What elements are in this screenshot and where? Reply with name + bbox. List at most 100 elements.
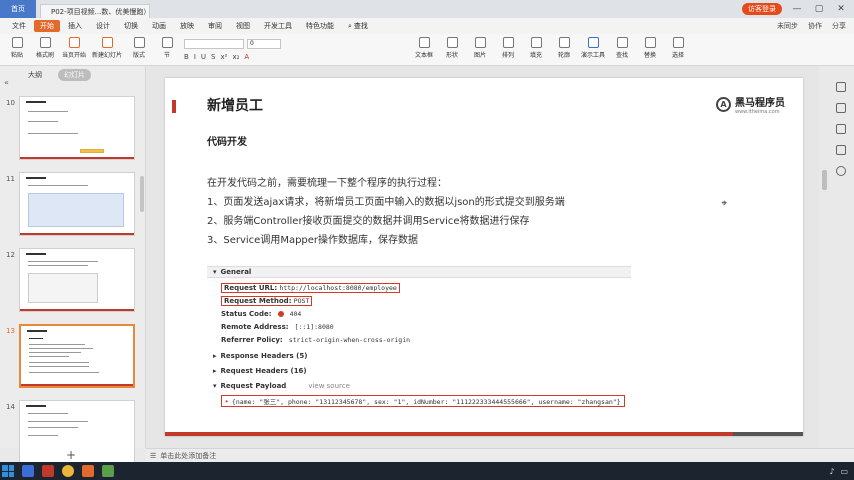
request-method-highlight: Request Method: POST: [221, 295, 313, 306]
shape-button[interactable]: 形状: [441, 37, 463, 59]
maximize-button[interactable]: ▢: [812, 4, 826, 14]
subscript-button[interactable]: x₂: [232, 53, 239, 61]
italic-button[interactable]: I: [194, 53, 196, 61]
taskbar-app-icon[interactable]: [22, 465, 34, 477]
magic-icon[interactable]: [836, 124, 846, 134]
slide-scrollbar[interactable]: [822, 170, 827, 190]
properties-icon[interactable]: [836, 82, 846, 92]
textbox-button[interactable]: 文本框: [413, 37, 435, 59]
logo-url: www.itheima.com: [735, 109, 780, 115]
menu-animation[interactable]: 动画: [146, 20, 172, 32]
menu-review[interactable]: 审阅: [202, 20, 228, 32]
new-slide-button[interactable]: 新建幻灯片: [92, 37, 122, 59]
menu-insert[interactable]: 插入: [62, 20, 88, 32]
fill-button[interactable]: 填充: [525, 37, 547, 59]
font-size-select[interactable]: 0: [247, 39, 282, 49]
section-button[interactable]: 节: [156, 37, 178, 59]
textbox-label: 文本框: [415, 52, 434, 59]
notes-bar[interactable]: ☰ 单击此处添加备注: [146, 448, 854, 462]
title-accent-bar: [172, 100, 176, 113]
share-button[interactable]: 分享: [832, 21, 846, 31]
play-from-current-button[interactable]: 当页开始: [62, 37, 86, 59]
document-tab[interactable]: P02-项目视频...数、优美慢跑）: [40, 4, 150, 18]
menu-developer[interactable]: 开发工具: [258, 20, 298, 32]
remote-address-label: Remote Address:: [221, 322, 289, 331]
slide-thumbnail-12[interactable]: 12: [0, 248, 146, 316]
devtools-screenshot[interactable]: ▾ General Request URL: http://localhost:…: [207, 266, 631, 416]
menu-view[interactable]: 视图: [230, 20, 256, 32]
font-family-select[interactable]: [184, 39, 245, 49]
select-button[interactable]: 选择: [667, 37, 689, 59]
superscript-button[interactable]: x²: [221, 53, 228, 61]
format-painter-button[interactable]: 格式刷: [34, 37, 56, 59]
login-button[interactable]: 访客登录: [742, 3, 782, 15]
collapse-panel-icon[interactable]: «: [4, 78, 9, 87]
layout-icon: [133, 37, 145, 48]
home-tab[interactable]: 首页: [0, 0, 36, 18]
textbox-icon: [418, 37, 430, 48]
sync-status[interactable]: 未同步: [777, 21, 798, 31]
windows-start-icon[interactable]: [2, 465, 14, 477]
add-slide-icon[interactable]: +: [66, 448, 76, 462]
layout-button[interactable]: 版式: [128, 37, 150, 59]
slide-number: 13: [6, 327, 15, 335]
thumbnail-image: [19, 172, 135, 236]
panel-tabs: 大纲 幻灯片: [0, 66, 145, 84]
general-label: General: [220, 268, 252, 276]
slide-thumbnail-10[interactable]: 10: [0, 96, 146, 164]
notification-icon[interactable]: ▭: [840, 467, 848, 476]
style-icon[interactable]: [836, 145, 846, 155]
paste-button[interactable]: 粘贴: [6, 37, 28, 59]
slide-canvas: 新增员工 A 黑马程序员 www.itheima.com 代码开发 在开发代码之…: [147, 66, 819, 448]
slide-title[interactable]: 新增员工: [207, 95, 263, 115]
document-tab-label: P02-项目视频...数、优美慢跑）: [51, 7, 150, 16]
presentation-tools-button[interactable]: 演示工具: [581, 37, 605, 59]
menu-home[interactable]: 开始: [34, 20, 60, 32]
help-icon[interactable]: [836, 166, 846, 176]
bold-button[interactable]: B: [184, 53, 189, 61]
triangle-down-icon: ▾: [213, 268, 217, 276]
tab-slides[interactable]: 幻灯片: [58, 69, 91, 81]
font-color-button[interactable]: A: [244, 53, 249, 61]
minimize-button[interactable]: —: [790, 4, 804, 14]
wps-presentation-icon[interactable]: [82, 465, 94, 477]
arrange-button[interactable]: 排列: [497, 37, 519, 59]
menu-transition[interactable]: 切换: [118, 20, 144, 32]
taskbar-app-icon[interactable]: [42, 465, 54, 477]
slide[interactable]: 新增员工 A 黑马程序员 www.itheima.com 代码开发 在开发代码之…: [165, 78, 803, 436]
menu-slideshow[interactable]: 放映: [174, 20, 200, 32]
outline-icon: [558, 37, 570, 48]
menu-features[interactable]: 特色功能: [300, 20, 340, 32]
fill-icon: [530, 37, 542, 48]
request-payload-label: Request Payload: [220, 382, 287, 390]
slide-number: 10: [6, 99, 15, 107]
slide-number: 11: [6, 175, 15, 183]
slide-subtitle[interactable]: 代码开发: [207, 133, 247, 148]
find-button[interactable]: 查找: [611, 37, 633, 59]
replace-button[interactable]: 替换: [639, 37, 661, 59]
menu-design[interactable]: 设计: [90, 20, 116, 32]
request-url-value: http://localhost:8080/employee: [279, 283, 397, 292]
collaborate-button[interactable]: 协作: [808, 21, 822, 31]
format-icon[interactable]: [836, 103, 846, 113]
close-button[interactable]: ✕: [834, 4, 848, 14]
taskbar-app-icon[interactable]: [102, 465, 114, 477]
strikethrough-button[interactable]: S: [211, 53, 215, 61]
slide-body[interactable]: 在开发代码之前，需要梳理一下整个程序的执行过程： 1、页面发送ajax请求，将新…: [207, 174, 565, 250]
thumbnail-scrollbar[interactable]: [140, 176, 144, 212]
tab-outline[interactable]: 大纲: [22, 69, 48, 81]
volume-icon[interactable]: ♪: [829, 467, 834, 476]
mouse-cursor-icon: ⌖: [721, 198, 727, 209]
menu-search[interactable]: ⌕ 查找: [342, 20, 374, 32]
underline-button[interactable]: U: [201, 53, 206, 61]
new-slide-icon: [101, 37, 113, 48]
slide-thumbnail-13[interactable]: 13: [0, 324, 146, 392]
menu-file[interactable]: 文件: [6, 20, 32, 32]
outline-button[interactable]: 轮廓: [553, 37, 575, 59]
chrome-icon[interactable]: [62, 465, 74, 477]
picture-button[interactable]: 图片: [469, 37, 491, 59]
slide-bottom-bar: [165, 432, 803, 436]
arrange-label: 排列: [502, 52, 515, 59]
slide-thumbnail-11[interactable]: 11: [0, 172, 146, 240]
request-url-highlight: Request URL: http://localhost:8080/emplo…: [221, 282, 400, 293]
